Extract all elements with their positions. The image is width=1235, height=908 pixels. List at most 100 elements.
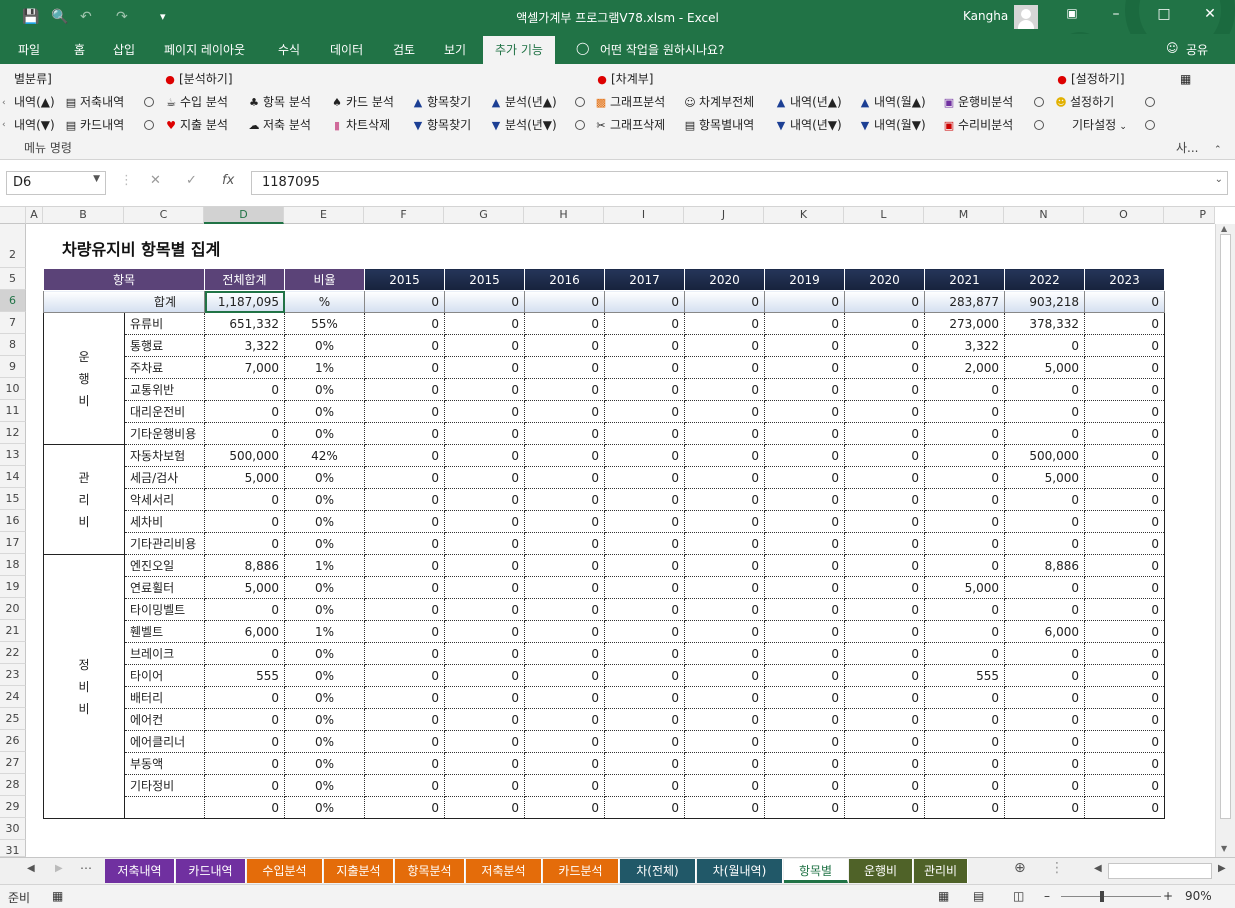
item-year-value[interactable]: 0 [844, 378, 925, 401]
item-ratio[interactable]: 0% [284, 576, 365, 599]
table-icon[interactable]: ▦ [1180, 70, 1191, 88]
item-total[interactable]: 0 [204, 730, 285, 753]
btn-year-analysis-up[interactable]: ▲ 분석(년▲) [489, 93, 557, 111]
item-year-value[interactable]: 0 [364, 334, 445, 357]
item-year-value[interactable]: 0 [844, 730, 925, 753]
item-year-value[interactable]: 0 [364, 730, 445, 753]
item-year-value[interactable]: 0 [764, 356, 845, 379]
item-year-value[interactable]: 0 [844, 532, 925, 555]
item-year-value[interactable]: 0 [604, 576, 685, 599]
item-name[interactable]: 타이어 [124, 664, 205, 687]
item-year-value[interactable]: 0 [844, 510, 925, 533]
item-ratio[interactable]: 0% [284, 664, 365, 687]
btn-card-analysis[interactable]: ♠ 카드 분석 [330, 93, 394, 111]
item-year-value[interactable]: 0 [764, 378, 845, 401]
item-total[interactable]: 7,000 [204, 356, 285, 379]
item-year-value[interactable]: 0 [604, 642, 685, 665]
total-ratio[interactable]: % [284, 290, 365, 313]
item-year-value[interactable]: 0 [924, 378, 1005, 401]
item-year-value[interactable]: 0 [444, 620, 525, 643]
item-year-value[interactable]: 0 [364, 378, 445, 401]
item-year-value[interactable]: 0 [364, 400, 445, 423]
scroll-left-icon[interactable]: ‹ [2, 116, 6, 134]
zoom-in-icon[interactable]: + [1163, 889, 1173, 903]
btn-chart-delete[interactable]: ▮ 차트삭제 [330, 116, 390, 134]
item-total[interactable]: 0 [204, 400, 285, 423]
item-total[interactable]: 0 [204, 774, 285, 797]
btn-income-analysis[interactable]: ☕ 수입 분석 [164, 93, 228, 111]
radio-1[interactable] [144, 97, 154, 107]
item-year-value[interactable]: 0 [924, 466, 1005, 489]
item-year-value[interactable]: 0 [604, 598, 685, 621]
tab-home[interactable]: 홈 [74, 41, 85, 58]
item-year-value[interactable]: 0 [684, 774, 765, 797]
item-year-value[interactable]: 0 [844, 444, 925, 467]
row-header-27[interactable]: 27 [0, 752, 26, 774]
btn-list-year-up[interactable]: ▲ 내역(년▲) [774, 93, 842, 111]
item-year-value[interactable]: 0 [764, 400, 845, 423]
item-year-value[interactable]: 378,332 [1004, 312, 1085, 335]
item-name[interactable]: 기타관리비용 [124, 532, 205, 555]
radio-5[interactable] [144, 120, 154, 130]
item-year-value[interactable]: 0 [764, 444, 845, 467]
item-year-value[interactable]: 0 [844, 598, 925, 621]
item-name[interactable] [124, 796, 205, 819]
item-year-value[interactable]: 0 [524, 444, 605, 467]
row-header-29[interactable]: 29 [0, 796, 26, 818]
item-name[interactable]: 세차비 [124, 510, 205, 533]
item-year-value[interactable]: 0 [764, 532, 845, 555]
item-ratio[interactable]: 1% [284, 554, 365, 577]
col-header-D[interactable]: D [204, 207, 284, 224]
item-year-value[interactable]: 0 [764, 598, 845, 621]
item-year-value[interactable]: 0 [924, 730, 1005, 753]
item-year-value[interactable]: 0 [764, 312, 845, 335]
total-year-value[interactable]: 0 [524, 290, 605, 313]
item-year-value[interactable]: 0 [924, 400, 1005, 423]
item-year-value[interactable]: 0 [1004, 422, 1085, 445]
item-name[interactable]: 대리운전비 [124, 400, 205, 423]
zoom-level[interactable]: 90% [1185, 889, 1212, 903]
item-year-value[interactable]: 5,000 [924, 576, 1005, 599]
item-year-value[interactable]: 0 [1004, 532, 1085, 555]
item-year-value[interactable]: 0 [764, 642, 845, 665]
item-year-value[interactable]: 0 [1084, 598, 1165, 621]
item-year-value[interactable]: 0 [364, 796, 445, 819]
item-total[interactable]: 0 [204, 752, 285, 775]
item-year-value[interactable]: 0 [764, 488, 845, 511]
item-year-value[interactable]: 0 [604, 796, 685, 819]
btn-list-month-down[interactable]: ▼ 내역(월▼) [858, 116, 926, 134]
row-header-24[interactable]: 24 [0, 686, 26, 708]
item-ratio[interactable]: 0% [284, 642, 365, 665]
item-name[interactable]: 타이밍벨트 [124, 598, 205, 621]
item-ratio[interactable]: 0% [284, 334, 365, 357]
item-year-value[interactable]: 0 [924, 510, 1005, 533]
item-year-value[interactable]: 0 [1084, 576, 1165, 599]
item-year-value[interactable]: 0 [1004, 400, 1085, 423]
item-year-value[interactable]: 0 [524, 312, 605, 335]
item-year-value[interactable]: 0 [684, 576, 765, 599]
collapse-ribbon-icon[interactable]: ⌃ [1214, 141, 1222, 159]
item-year-value[interactable]: 0 [604, 708, 685, 731]
row-header-25[interactable]: 25 [0, 708, 26, 730]
select-all-corner[interactable] [0, 207, 26, 224]
item-year-value[interactable]: 0 [844, 488, 925, 511]
sheet-tab[interactable]: 저축내역 [105, 859, 175, 883]
item-year-value[interactable]: 0 [924, 620, 1005, 643]
item-year-value[interactable]: 0 [524, 730, 605, 753]
row-header-26[interactable]: 26 [0, 730, 26, 752]
item-year-value[interactable]: 0 [524, 620, 605, 643]
btn-expense-analysis[interactable]: ♥ 지출 분석 [164, 116, 228, 134]
item-year-value[interactable]: 8,886 [1004, 554, 1085, 577]
item-year-value[interactable]: 0 [524, 532, 605, 555]
total-year-value[interactable]: 283,877 [924, 290, 1005, 313]
item-year-value[interactable]: 0 [844, 752, 925, 775]
item-ratio[interactable]: 0% [284, 422, 365, 445]
zoom-slider[interactable] [1061, 896, 1161, 897]
user-name[interactable]: Kangha [963, 9, 1008, 23]
sheet-tab[interactable]: 카드분석 [543, 859, 619, 883]
item-year-value[interactable]: 0 [764, 708, 845, 731]
col-header-G[interactable]: G [444, 207, 524, 224]
item-ratio[interactable]: 0% [284, 598, 365, 621]
item-year-value[interactable]: 0 [684, 532, 765, 555]
page-break-view-icon[interactable]: ◫ [1013, 889, 1024, 903]
